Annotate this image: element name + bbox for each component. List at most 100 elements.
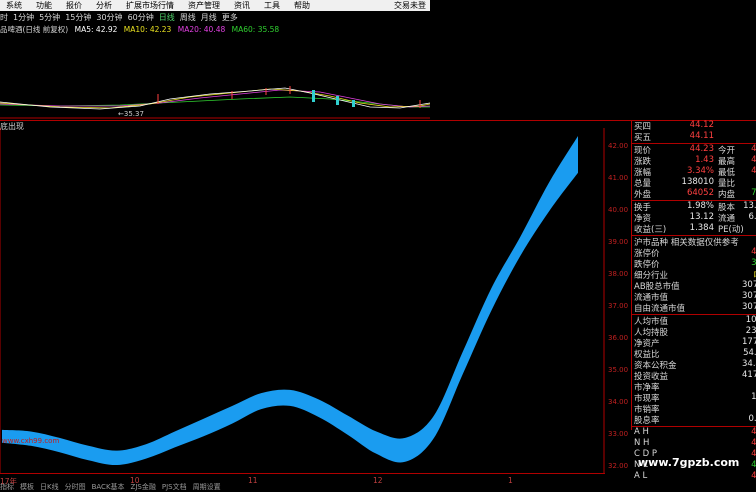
menu-bar: 系统 功能 报价 分析 扩展市场行情 资产管理 资讯 工具 帮助 交易未登: [0, 0, 430, 11]
quote-value-2: 231: [745, 326, 756, 336]
quote-label: 收益(三): [634, 225, 667, 235]
menu-item[interactable]: 扩展市场行情: [126, 0, 174, 11]
quote-value-2: 34.44: [742, 359, 756, 369]
price-scale-label: 35.00: [608, 365, 629, 374]
quote-value-2: 46: [751, 155, 756, 165]
date-label: 1: [508, 476, 513, 485]
candlestick-panel[interactable]: ←35.37: [0, 36, 430, 120]
ma10-value: MA10: 42.23: [123, 25, 172, 34]
price-scale-label: 33.00: [608, 429, 629, 438]
price-scale-label: 39.00: [608, 238, 629, 246]
quote-row: A L 41: [634, 471, 756, 483]
menu-item[interactable]: 工具: [264, 0, 280, 11]
bottom-tab[interactable]: ZJS金融: [131, 483, 156, 491]
period-tab[interactable]: 更多: [222, 12, 238, 23]
low-price-label: ←35.37: [118, 110, 144, 118]
price-scale-label: 32.00: [608, 461, 629, 470]
quote-value-2: 41: [751, 471, 756, 481]
menu-item[interactable]: 分析: [96, 0, 112, 11]
bottom-tab[interactable]: 模板: [20, 483, 34, 491]
quote-value-2: 38: [751, 258, 756, 268]
quote-value-2: 6.9: [748, 212, 756, 222]
period-tab[interactable]: 15分钟: [65, 12, 91, 23]
period-tab[interactable]: 60分钟: [128, 12, 154, 23]
quote-row: 股息率 0.8: [634, 414, 756, 426]
quote-value-2: 2: [742, 223, 756, 233]
quote-value-2: 307.8: [742, 302, 756, 312]
quote-value: 3.34%: [686, 166, 714, 176]
price-scale-label: 42.00: [608, 142, 629, 151]
quote-value-2: 42: [751, 460, 756, 470]
menu-item[interactable]: 系统: [6, 0, 22, 11]
candle: [312, 90, 315, 102]
period-tab[interactable]: 时: [0, 12, 8, 23]
quote-value-2: 47: [751, 247, 756, 257]
quote-value-2: 1: [742, 177, 756, 187]
quote-value-2: 43: [751, 144, 756, 154]
period-tab[interactable]: 月线: [201, 12, 217, 23]
period-tab[interactable]: 30分钟: [96, 12, 122, 23]
quote-value: 44.12: [689, 120, 714, 130]
bottom-tab[interactable]: BACK基本: [92, 483, 125, 491]
stock-name: 品啤酒(日线 前复权): [0, 25, 69, 34]
bottom-tab[interactable]: PJS文档: [162, 483, 187, 491]
period-toolbar: 时 1分钟 5分钟 15分钟 30分钟 60分钟 日线 周线 月线 更多: [0, 12, 430, 23]
price-scale-label: 41.00: [608, 174, 629, 183]
quote-label: 自由流通市值: [634, 304, 686, 314]
quote-panel: 买四44.12买五44.11现价44.23今开43涨跌1.43最高46涨幅3.3…: [631, 120, 756, 481]
quote-value-2: 2: [742, 403, 756, 413]
quote-value: 1.43: [695, 155, 714, 165]
ma60-value: MA60: 35.58: [231, 25, 280, 34]
quote-label: A H: [634, 427, 649, 437]
quote-row: 自由流通市值 307.8: [634, 302, 756, 314]
candle: [336, 96, 339, 105]
quote-value-2: 3: [742, 381, 756, 391]
bottom-tab[interactable]: 日K线: [40, 483, 59, 491]
quote-value-2: 307.8: [742, 291, 756, 301]
quote-value: 1.98%: [686, 201, 714, 211]
quote-value: 44.11: [689, 131, 714, 141]
price-scale-label: 36.00: [608, 333, 629, 342]
quote-value-2: 177.2: [742, 337, 756, 347]
period-tab[interactable]: 1分钟: [13, 12, 34, 23]
quote-label: C D P: [634, 449, 658, 459]
period-tab[interactable]: 5分钟: [39, 12, 60, 23]
quote-value: 64052: [686, 188, 714, 198]
quote-label: N L: [634, 460, 648, 470]
quote-value-2: 0.8: [748, 414, 756, 424]
candle: [352, 100, 355, 107]
date-label: 11: [248, 476, 258, 485]
ma20-line: [0, 89, 430, 108]
quote-label: 外盘: [634, 190, 652, 200]
indicator-chart[interactable]: [0, 128, 605, 473]
quote-value-2: 73: [751, 188, 756, 198]
quote-value: 138010: [681, 177, 714, 187]
quote-row: 买五 44.11: [634, 131, 756, 143]
ma10-line: [0, 88, 430, 109]
trade-login-status[interactable]: 交易未登: [394, 0, 426, 11]
bottom-tab[interactable]: 指标: [0, 483, 14, 491]
quote-value: 44.23: [689, 144, 714, 154]
menu-item[interactable]: 资产管理: [188, 0, 220, 11]
bottom-tab[interactable]: 周期设置: [193, 483, 221, 491]
menu-item[interactable]: 资讯: [234, 0, 250, 11]
menu-item[interactable]: 功能: [36, 0, 52, 11]
quote-row: 外盘 64052 内盘 73: [634, 188, 756, 200]
quote-row: 收益(三) 1.384 PE(动)2: [634, 223, 756, 235]
quote-value-2: 307.8: [742, 280, 756, 290]
quote-label: N H: [634, 438, 650, 448]
quote-label: 股息率: [634, 416, 660, 426]
ma-legend: 品啤酒(日线 前复权) MA5: 42.92 MA10: 42.23 MA20:…: [0, 24, 283, 34]
quote-label-2: PE(动): [718, 225, 744, 235]
period-tab[interactable]: 日线: [159, 12, 175, 23]
period-tab[interactable]: 周线: [180, 12, 196, 23]
menu-item[interactable]: 帮助: [294, 0, 310, 11]
price-scale-label: 34.00: [608, 397, 629, 406]
quote-value: 1.384: [689, 223, 714, 233]
quote-label: 买五: [634, 133, 652, 143]
price-scale-label: 38.00: [608, 269, 629, 278]
quote-value-2: 43: [751, 166, 756, 176]
bottom-tab[interactable]: 分时图: [65, 483, 86, 491]
menu-item[interactable]: 报价: [66, 0, 82, 11]
quote-label-2: 内盘: [718, 190, 736, 200]
